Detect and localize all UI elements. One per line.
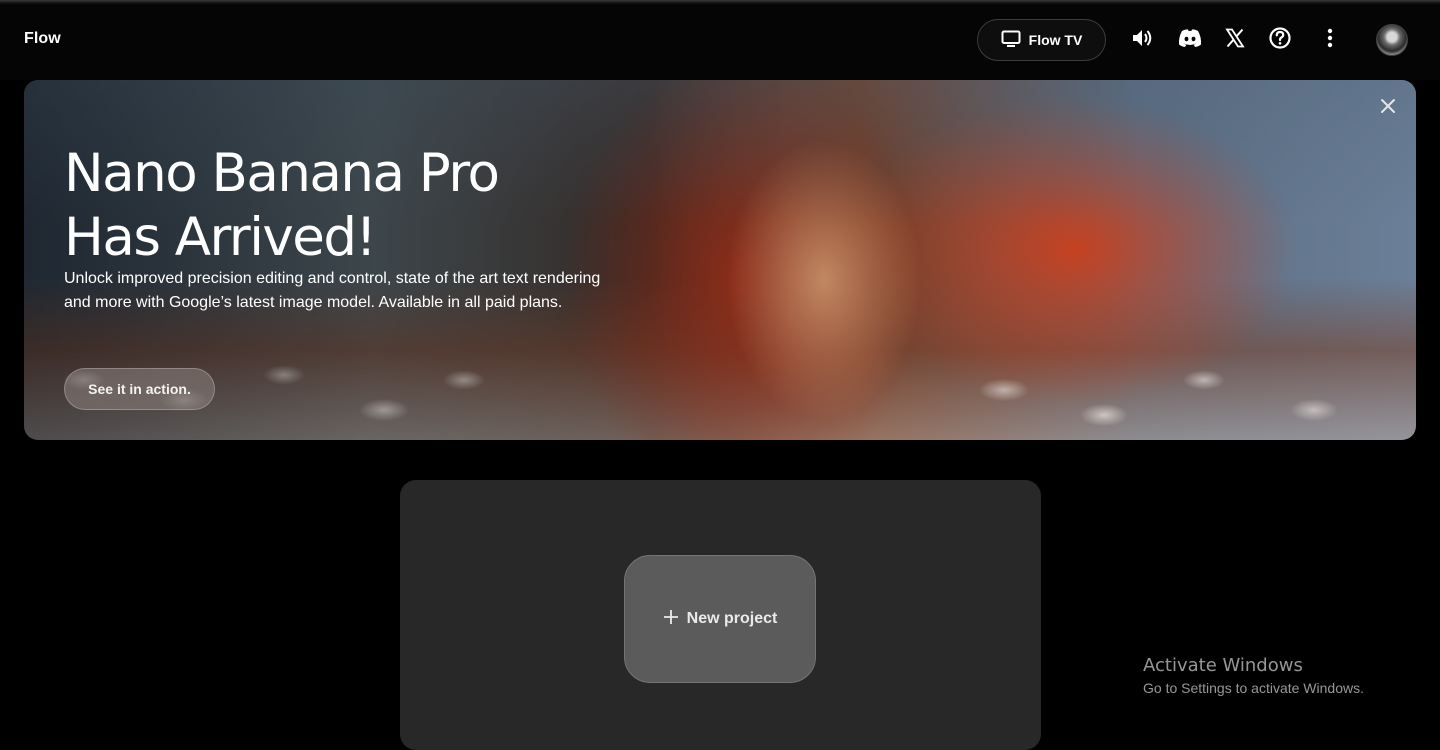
discord-button[interactable] — [1176, 26, 1204, 54]
top-bar: Flow Flow TV — [0, 0, 1440, 80]
banner-description: Unlock improved precision editing and co… — [64, 270, 601, 311]
see-it-in-action-button[interactable]: See it in action. — [64, 368, 215, 410]
discord-icon — [1177, 28, 1203, 53]
banner-title-line1: Nano Banana Pro — [64, 143, 500, 204]
volume-icon — [1130, 27, 1154, 54]
x-button[interactable] — [1221, 26, 1249, 54]
more-options-button[interactable] — [1316, 26, 1344, 54]
banner-close-button[interactable] — [1374, 94, 1402, 122]
user-avatar[interactable] — [1376, 24, 1408, 56]
watermark-subtitle: Go to Settings to activate Windows. — [1143, 680, 1364, 696]
banner-title-line2: Has Arrived! — [64, 207, 377, 268]
help-icon — [1268, 26, 1292, 55]
banner-title: Nano Banana Pro Has Arrived! — [64, 142, 584, 270]
tv-icon — [1001, 30, 1021, 51]
flow-tv-button[interactable]: Flow TV — [977, 19, 1106, 61]
plus-icon — [663, 609, 679, 630]
promo-banner: Nano Banana Pro Has Arrived! Unlock impr… — [24, 80, 1416, 440]
projects-panel: New project — [400, 480, 1041, 750]
help-button[interactable] — [1266, 26, 1294, 54]
brand-logo[interactable]: Flow — [24, 30, 61, 48]
watermark-title: Activate Windows — [1143, 655, 1303, 676]
volume-button[interactable] — [1128, 26, 1156, 54]
new-project-button[interactable]: New project — [624, 555, 816, 683]
new-project-label: New project — [686, 610, 778, 627]
x-icon — [1225, 28, 1245, 53]
flow-tv-label: Flow TV — [1028, 32, 1083, 48]
close-icon — [1380, 98, 1396, 119]
activate-windows-watermark: Activate Windows Go to Settings to activ… — [1143, 655, 1364, 698]
more-vert-icon — [1327, 28, 1333, 53]
